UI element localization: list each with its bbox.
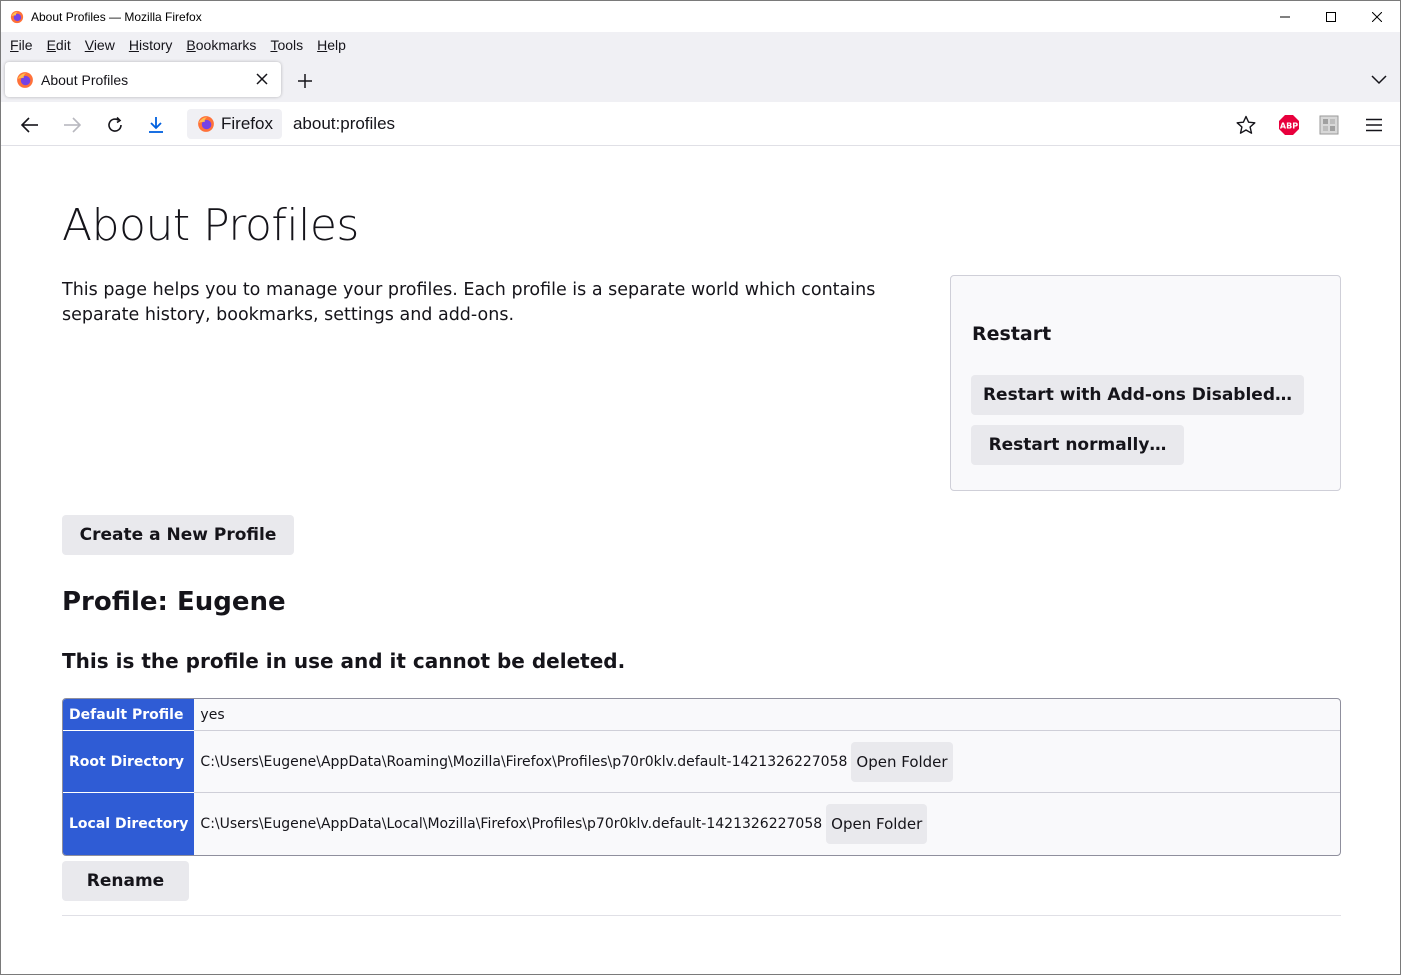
firefox-icon <box>17 71 33 88</box>
local-directory-cell: C:\Users\Eugene\AppData\Local\Mozilla\Fi… <box>194 793 1340 855</box>
menu-bar: File Edit View History Bookmarks Tools H… <box>1 32 1400 57</box>
reload-button[interactable] <box>101 111 129 139</box>
restart-normally-button[interactable]: Restart normally… <box>971 425 1184 465</box>
extension-icon <box>1319 115 1339 135</box>
menu-view[interactable]: View <box>78 37 122 53</box>
extension-button[interactable] <box>1315 111 1343 139</box>
rename-profile-button[interactable]: Rename <box>62 861 189 901</box>
page-intro: This page helps you to manage your profi… <box>62 280 876 325</box>
star-icon <box>1236 115 1256 134</box>
adblock-plus-icon: ABP <box>1279 115 1299 135</box>
new-tab-button[interactable] <box>293 69 317 93</box>
page-title: About Profiles <box>62 200 359 251</box>
root-directory-path: C:\Users\Eugene\AppData\Roaming\Mozilla\… <box>200 753 848 770</box>
menu-help[interactable]: Help <box>310 37 353 53</box>
profile-in-use-warning: This is the profile in use and it cannot… <box>62 649 626 673</box>
tab-about-profiles[interactable]: About Profiles <box>5 62 281 97</box>
restart-panel: Restart Restart with Add-ons Disabled… R… <box>950 275 1341 491</box>
title-bar: About Profiles — Mozilla Firefox <box>1 1 1400 32</box>
app-menu-button[interactable] <box>1360 111 1388 139</box>
url-bar[interactable]: Firefox about:profiles <box>187 108 1267 140</box>
adblock-plus-button[interactable]: ABP <box>1275 111 1303 139</box>
menu-edit[interactable]: Edit <box>40 37 78 53</box>
minimize-icon <box>1280 16 1290 17</box>
downloads-button[interactable] <box>142 111 170 139</box>
menu-bookmarks[interactable]: Bookmarks <box>179 37 263 53</box>
window-title: About Profiles — Mozilla Firefox <box>31 9 202 24</box>
restart-heading: Restart <box>972 323 1052 345</box>
plus-icon <box>298 74 312 88</box>
close-icon <box>256 73 268 85</box>
list-all-tabs-button[interactable] <box>1368 69 1390 91</box>
hamburger-menu-icon <box>1366 118 1382 132</box>
reload-icon <box>108 116 122 132</box>
profile-details-table: Default Profile yes Root Directory C:\Us… <box>62 698 1341 856</box>
root-directory-label: Root Directory <box>63 731 195 793</box>
minimize-button[interactable] <box>1262 1 1308 32</box>
maximize-icon <box>1326 11 1336 22</box>
open-local-folder-button[interactable]: Open Folder <box>826 804 928 844</box>
page-content: About Profiles This page helps you to ma… <box>1 147 1400 974</box>
tab-title: About Profiles <box>41 71 129 88</box>
profile-name-heading: Profile: Eugene <box>62 587 286 617</box>
download-icon <box>149 117 163 133</box>
chevron-down-icon <box>1371 75 1387 85</box>
divider <box>62 915 1341 916</box>
restart-addons-disabled-button[interactable]: Restart with Add-ons Disabled… <box>971 375 1304 415</box>
bookmark-star-button[interactable] <box>1232 111 1260 139</box>
forward-button[interactable] <box>58 111 86 139</box>
local-directory-path: C:\Users\Eugene\AppData\Local\Mozilla\Fi… <box>200 816 823 832</box>
identity-box[interactable]: Firefox <box>187 109 282 139</box>
svg-text:ABP: ABP <box>1280 122 1298 131</box>
navigation-toolbar: Firefox about:profiles ABP <box>1 102 1400 146</box>
arrow-left-icon <box>21 117 38 133</box>
local-directory-label: Local Directory <box>63 793 195 855</box>
tab-strip: About Profiles <box>1 57 1400 102</box>
maximize-button[interactable] <box>1308 1 1354 32</box>
identity-label: Firefox <box>221 114 273 133</box>
table-row: Local Directory C:\Users\Eugene\AppData\… <box>63 793 1340 855</box>
menu-tools[interactable]: Tools <box>263 37 310 53</box>
firefox-icon <box>198 116 214 132</box>
table-row: Default Profile yes <box>63 699 1340 731</box>
table-row: Root Directory C:\Users\Eugene\AppData\R… <box>63 731 1340 793</box>
back-button[interactable] <box>16 111 44 139</box>
arrow-right-icon <box>64 117 81 133</box>
menu-history[interactable]: History <box>122 37 180 53</box>
open-root-folder-button[interactable]: Open Folder <box>851 741 953 782</box>
default-profile-value: yes <box>194 699 1340 731</box>
close-icon <box>1372 11 1382 22</box>
firefox-icon <box>10 10 24 23</box>
root-directory-cell: C:\Users\Eugene\AppData\Roaming\Mozilla\… <box>194 731 1340 793</box>
create-profile-button[interactable]: Create a New Profile <box>62 515 294 555</box>
menu-file[interactable]: File <box>3 37 40 53</box>
close-window-button[interactable] <box>1354 1 1400 32</box>
tab-close-button[interactable] <box>253 70 271 88</box>
default-profile-label: Default Profile <box>63 699 195 731</box>
url-input[interactable]: about:profiles <box>293 114 395 134</box>
